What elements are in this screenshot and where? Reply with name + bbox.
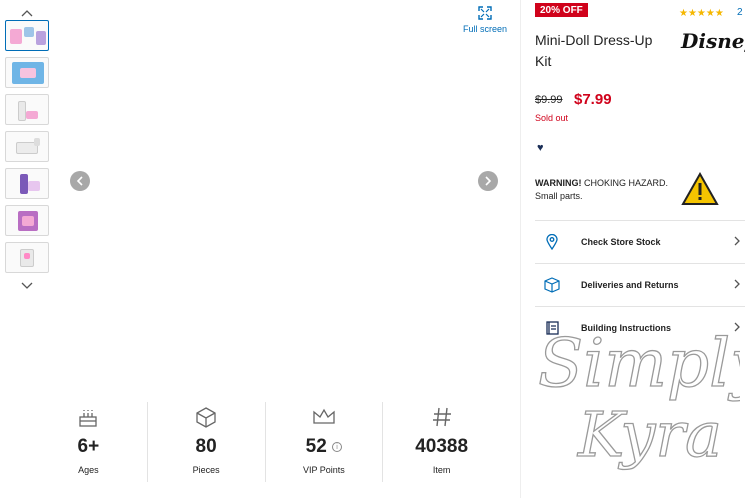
chevron-right-icon xyxy=(733,235,745,250)
fullscreen-button[interactable]: Full screen xyxy=(463,6,507,34)
thumbs-down-arrow-icon[interactable] xyxy=(4,279,50,293)
product-illustration xyxy=(72,42,480,316)
disney-logo: Disney xyxy=(680,29,745,53)
item-label: Item xyxy=(432,465,451,475)
sale-price: $7.99 xyxy=(574,91,612,108)
warning-triangle-icon xyxy=(681,172,719,205)
thumbs-up-arrow-icon[interactable] xyxy=(4,6,50,20)
original-price: $9.99 xyxy=(535,94,563,106)
thumbnail-3[interactable] xyxy=(5,94,49,125)
rating-stars[interactable]: ★★★★★ xyxy=(679,8,724,19)
discount-badge: 20% OFF xyxy=(535,3,588,17)
cake-icon xyxy=(30,404,147,430)
pieces-value: 80 xyxy=(195,436,217,457)
product-image-stage: Full screen xyxy=(60,0,515,385)
vip-points-value: 52 xyxy=(305,436,327,457)
chair-illustration xyxy=(208,213,299,296)
deliveries-returns-link[interactable]: Deliveries and Returns xyxy=(535,264,745,306)
product-page: Full screen 6+ Ages 80 Pieces 52 i VIP P… xyxy=(0,0,750,498)
sewing-table-illustration xyxy=(339,148,480,316)
product-title: Mini-Doll Dress-Up Kit xyxy=(535,32,653,69)
info-icon[interactable]: i xyxy=(332,441,343,452)
check-store-stock-label: Check Store Stock xyxy=(581,237,661,247)
vip-points-value-row: 52 i xyxy=(266,436,383,458)
location-pin-icon xyxy=(535,234,569,250)
thumbnail-2[interactable] xyxy=(5,57,49,88)
chevron-right-icon xyxy=(733,278,745,293)
watermark-line2: Kyra xyxy=(577,398,722,471)
item-value: 40388 xyxy=(415,436,469,457)
svg-text:Disney: Disney xyxy=(680,29,745,53)
stat-ages: 6+ Ages xyxy=(30,402,148,482)
hash-icon xyxy=(383,404,500,430)
thumbnail-strip xyxy=(4,6,50,293)
thumbnail-1[interactable] xyxy=(5,20,49,51)
expand-icon xyxy=(478,6,492,20)
thumbnail-7[interactable] xyxy=(5,242,49,273)
ages-label: Ages xyxy=(78,465,99,475)
vanity-set-illustration xyxy=(104,88,238,264)
ages-value: 6+ xyxy=(77,436,100,457)
prev-image-button[interactable] xyxy=(70,171,90,191)
next-image-button[interactable] xyxy=(478,171,498,191)
stat-vip-points: 52 i VIP Points xyxy=(266,402,384,482)
simply-kyra-watermark: Simply Kyra xyxy=(530,318,750,478)
handbag-illustration xyxy=(72,245,118,295)
thumbnail-6[interactable] xyxy=(5,205,49,236)
watermark-line1: Simply xyxy=(538,325,740,402)
check-store-stock-link[interactable]: Check Store Stock xyxy=(535,221,745,263)
thumbnail-5[interactable] xyxy=(5,168,49,199)
review-count-link[interactable]: 2 xyxy=(737,7,743,18)
deliveries-returns-label: Deliveries and Returns xyxy=(581,280,679,290)
vip-points-label: VIP Points xyxy=(302,465,345,475)
wardrobe-illustration xyxy=(297,42,409,187)
pieces-label: Pieces xyxy=(192,465,220,475)
fullscreen-label: Full screen xyxy=(462,24,507,34)
choking-warning: WARNING! CHOKING HAZARD. Small parts. xyxy=(535,177,675,203)
stock-status: Sold out xyxy=(535,113,569,123)
stat-pieces: 80 Pieces xyxy=(148,402,266,482)
heart-icon[interactable]: ♥ xyxy=(537,142,544,154)
warning-label: WARNING! xyxy=(535,178,582,188)
crown-icon xyxy=(266,404,383,430)
stat-item: 40388 Item xyxy=(383,402,500,482)
flower-shelf-illustration xyxy=(212,79,314,168)
thumbnail-4[interactable] xyxy=(5,131,49,162)
brick-icon xyxy=(148,404,265,430)
box-icon xyxy=(535,277,569,293)
product-stats: 6+ Ages 80 Pieces 52 i VIP Points 40388 … xyxy=(30,402,500,482)
